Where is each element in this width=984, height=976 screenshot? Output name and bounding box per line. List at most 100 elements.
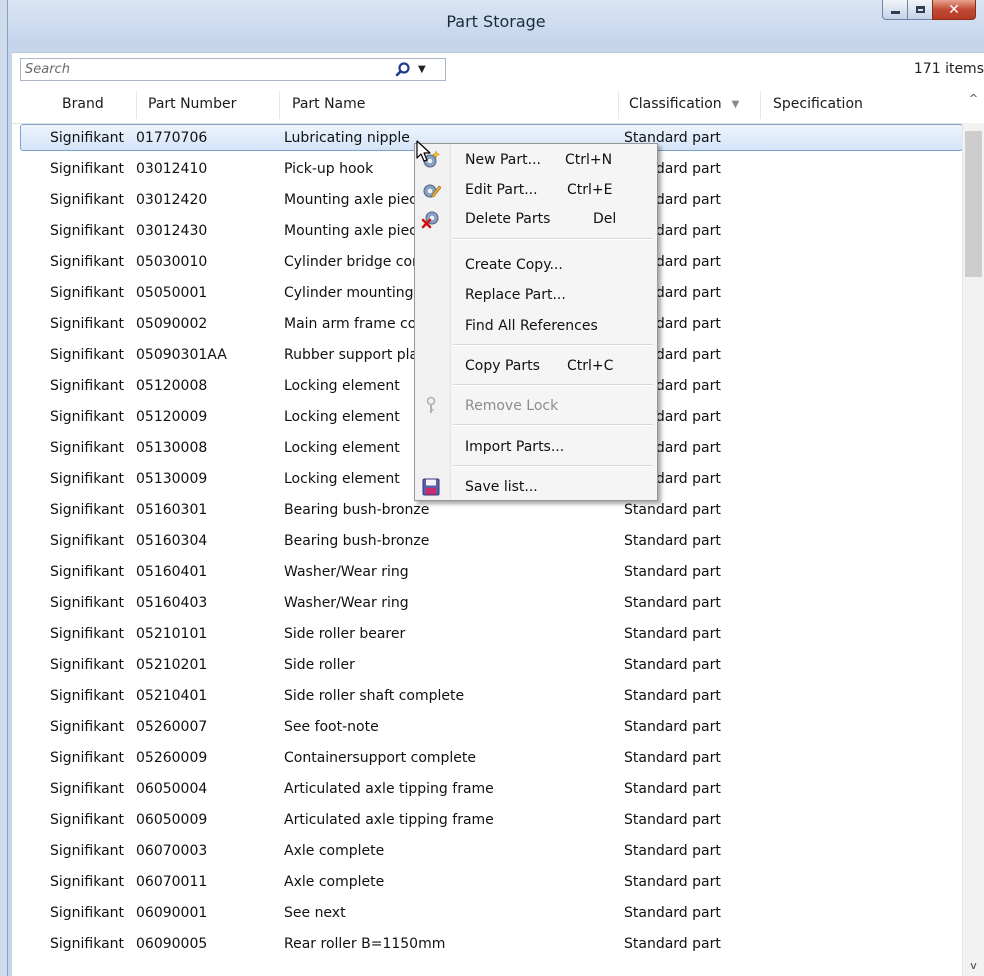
column-header-part-name[interactable]: Part Name: [292, 96, 365, 112]
table-row[interactable]: Signifikant 06050009 Articulated axle tipp…: [12, 805, 963, 836]
menu-separator: [453, 384, 653, 386]
table-row[interactable]: Signifikant 05260009 Containersupport comp…: [12, 743, 963, 774]
cell-brand: Signifikant: [50, 409, 125, 425]
cell-part-number: 06050009: [136, 812, 208, 828]
table-row[interactable]: Signifikant 05210101 Side roller bearer Sta…: [12, 619, 963, 650]
cell-part-name: Side roller: [284, 657, 355, 673]
menu-item-label: Delete Parts: [465, 211, 551, 227]
cell-brand: Signifikant: [50, 626, 125, 642]
cell-brand: Signifikant: [50, 750, 125, 766]
cell-part-number: 05210201: [136, 657, 208, 673]
cell-part-number: 06090005: [136, 936, 208, 952]
search-icon[interactable]: [393, 60, 413, 80]
scrollbar-thumb[interactable]: [965, 131, 982, 277]
menu-separator: [453, 344, 653, 346]
cell-part-number: 05090002: [136, 316, 208, 332]
menu-item-remove-lock: Remove Lock: [415, 393, 657, 419]
table-row[interactable]: Signifikant 05210201 Side roller Standard p…: [12, 650, 963, 681]
cell-part-name: Washer/Wear ring: [284, 564, 409, 580]
sort-descending-icon: ▼: [731, 98, 740, 110]
save-icon: [421, 477, 441, 497]
search-input[interactable]: [21, 59, 389, 80]
table-row[interactable]: Signifikant 05210401 Side roller shaft com…: [12, 681, 963, 712]
vertical-scrollbar[interactable]: ^ v: [962, 92, 984, 976]
cell-classification: Standard part: [624, 502, 721, 518]
cell-classification: Standard part: [624, 688, 721, 704]
close-button[interactable]: ✕: [932, 0, 976, 20]
menu-item-new-part[interactable]: New Part... Ctrl+N: [415, 147, 657, 173]
table-row[interactable]: Signifikant 05260007 See foot-note Standard…: [12, 712, 963, 743]
scroll-up-chevron-icon[interactable]: ^: [963, 89, 984, 109]
cell-classification: Standard part: [624, 750, 721, 766]
menu-item-delete-parts[interactable]: Delete Parts Del: [415, 206, 657, 232]
cell-part-number: 05160301: [136, 502, 208, 518]
cell-classification: Standard part: [624, 626, 721, 642]
cell-part-name: See next: [284, 905, 346, 921]
cell-brand: Signifikant: [50, 874, 125, 890]
table-row[interactable]: Signifikant 06070003 Axle complete Standard…: [12, 836, 963, 867]
menu-item-replace-part[interactable]: Replace Part...: [415, 282, 657, 308]
column-divider[interactable]: [279, 91, 280, 119]
column-divider[interactable]: [618, 91, 619, 119]
cell-brand: Signifikant: [50, 812, 125, 828]
cell-classification: Standard part: [624, 843, 721, 859]
cell-part-number: 05210401: [136, 688, 208, 704]
column-divider[interactable]: [136, 91, 137, 119]
cell-part-number: 05120008: [136, 378, 208, 394]
search-options-chevron-down-icon[interactable]: ▼: [418, 59, 426, 80]
cell-brand: Signifikant: [50, 440, 125, 456]
cell-part-name: Washer/Wear ring: [284, 595, 409, 611]
menu-item-copy-parts[interactable]: Copy Parts Ctrl+C: [415, 353, 657, 379]
table-row[interactable]: Signifikant 06070011 Axle complete Standard…: [12, 867, 963, 898]
menu-item-label: Replace Part...: [465, 287, 566, 303]
cell-brand: Signifikant: [50, 161, 125, 177]
maximize-button[interactable]: [907, 0, 933, 20]
delete-parts-icon: [421, 209, 441, 229]
cell-part-name: Axle complete: [284, 843, 385, 859]
cell-brand: Signifikant: [50, 564, 125, 580]
cell-part-number: 01770706: [136, 130, 208, 146]
menu-item-shortcut: Del: [593, 211, 617, 227]
menu-separator: [453, 465, 653, 467]
menu-item-save-list[interactable]: Save list...: [415, 474, 657, 500]
menu-item-create-copy[interactable]: Create Copy...: [415, 252, 657, 278]
table-row[interactable]: Signifikant 06090001 See next Standard part: [12, 898, 963, 929]
table-row[interactable]: Signifikant 05160403 Washer/Wear ring Stand…: [12, 588, 963, 619]
table-row[interactable]: Signifikant 06050004 Articulated axle tipp…: [12, 774, 963, 805]
cell-part-name: Articulated axle tipping frame: [284, 781, 494, 797]
context-menu: New Part... Ctrl+N Edit Part... Ctrl+E D…: [414, 143, 658, 501]
cell-part-name: Axle complete: [284, 874, 385, 890]
cell-brand: Signifikant: [50, 316, 125, 332]
toolbar: ▼ 171 items: [12, 53, 984, 87]
cell-classification: Standard part: [624, 874, 721, 890]
column-header-specification[interactable]: Specification: [773, 96, 863, 112]
cell-part-number: 05030010: [136, 254, 208, 270]
column-header-row: Brand Part Number Part Name Classificati…: [12, 87, 984, 124]
column-header-brand[interactable]: Brand: [62, 96, 104, 112]
cell-brand: Signifikant: [50, 657, 125, 673]
cell-part-name: Rear roller B=1150mm: [284, 936, 446, 952]
menu-item-import-parts[interactable]: Import Parts...: [415, 434, 657, 460]
table-row[interactable]: Signifikant 06090005 Rear roller B=1150mm S…: [12, 929, 963, 960]
menu-item-label: Create Copy...: [465, 257, 563, 273]
table-row[interactable]: Signifikant 05160401 Washer/Wear ring Stand…: [12, 557, 963, 588]
minimize-button[interactable]: [882, 0, 908, 20]
window-title: Part Storage: [446, 12, 546, 31]
cell-brand: Signifikant: [50, 533, 125, 549]
column-header-classification[interactable]: Classification ▼: [629, 96, 739, 112]
title-bar[interactable]: Part Storage ✕: [8, 0, 984, 44]
menu-item-edit-part[interactable]: Edit Part... Ctrl+E: [415, 177, 657, 203]
item-count: 171 items: [913, 61, 984, 77]
cell-part-number: 03012430: [136, 223, 208, 239]
cell-part-number: 03012420: [136, 192, 208, 208]
column-divider[interactable]: [760, 91, 761, 119]
menu-item-label: Edit Part...: [465, 182, 538, 198]
cell-brand: Signifikant: [50, 936, 125, 952]
table-row[interactable]: Signifikant 05160304 Bearing bush-bronze St…: [12, 526, 963, 557]
menu-item-find-all-references[interactable]: Find All References: [415, 313, 657, 339]
column-header-part-number[interactable]: Part Number: [148, 96, 236, 112]
scroll-down-chevron-icon[interactable]: v: [963, 956, 984, 976]
cell-brand: Signifikant: [50, 471, 125, 487]
cell-brand: Signifikant: [50, 719, 125, 735]
cell-classification: Standard part: [624, 812, 721, 828]
